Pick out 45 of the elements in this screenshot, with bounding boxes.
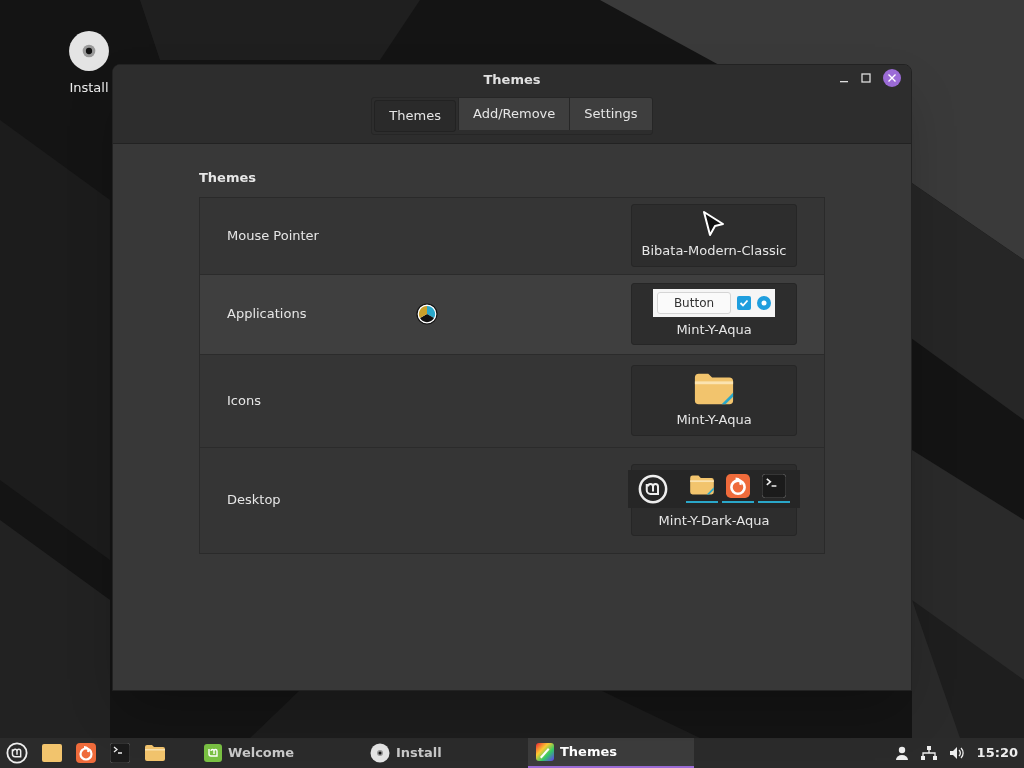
theme-preview-button[interactable]: Mint-Y-Aqua: [631, 365, 797, 436]
theme-preview-button[interactable]: Bibata-Modern-Classic: [631, 204, 797, 267]
checkbox-icon: [737, 295, 752, 310]
folder-icon: [689, 474, 715, 497]
taskbar-window-button[interactable]: Themes: [528, 738, 694, 768]
busy-cursor-icon: [416, 302, 438, 325]
tab[interactable]: Settings: [569, 98, 652, 130]
row-label: Mouse Pointer: [227, 226, 319, 245]
row-label: Applications: [227, 305, 307, 324]
tab[interactable]: Themes: [374, 100, 456, 132]
terminal-icon: [762, 474, 786, 499]
theme-name: Mint-Y-Aqua: [676, 411, 752, 430]
folder-icon[interactable]: [144, 744, 166, 762]
brush-icon: [536, 743, 554, 761]
menu-icon[interactable]: [6, 742, 28, 764]
user-icon[interactable]: [894, 746, 909, 760]
radio-icon: [757, 295, 772, 310]
theme-name: Bibata-Modern-Classic: [641, 242, 787, 261]
disc-icon[interactable]: [68, 30, 110, 72]
window-title: Themes: [483, 71, 541, 90]
settings-row[interactable]: Applications Button Mint-Y-Aqua: [200, 274, 824, 355]
volume-icon[interactable]: [948, 746, 965, 760]
disc-icon: [370, 743, 390, 763]
flame-icon[interactable]: [76, 743, 96, 763]
clock[interactable]: 15:20: [976, 743, 1018, 763]
section-title: Themes: [199, 169, 258, 187]
theme-name: Mint-Y-Aqua: [676, 320, 752, 339]
maximize-icon[interactable]: [861, 73, 871, 83]
tab[interactable]: Add/Remove: [458, 98, 570, 130]
desktop-icon-label[interactable]: Install: [69, 78, 109, 98]
mint-logo-icon: [638, 473, 668, 504]
flame-icon: [726, 474, 750, 499]
taskbar-window-button[interactable]: Install: [362, 738, 528, 768]
sample-button: Button: [656, 291, 732, 314]
taskbar-window-button[interactable]: Welcome: [196, 738, 362, 768]
network-icon[interactable]: [920, 746, 937, 760]
row-label: Icons: [227, 391, 261, 410]
theme-name: Mint-Y-Dark-Aqua: [658, 511, 770, 530]
mint-logo-icon: [204, 744, 222, 762]
terminal-icon[interactable]: [110, 743, 130, 763]
theme-preview-button[interactable]: Button Mint-Y-Aqua: [631, 282, 797, 346]
close-icon[interactable]: [883, 69, 901, 87]
theme-preview-button[interactable]: Mint-Y-Dark-Aqua: [631, 463, 797, 537]
cursor-icon: [702, 210, 726, 239]
row-label: Desktop: [227, 491, 281, 510]
